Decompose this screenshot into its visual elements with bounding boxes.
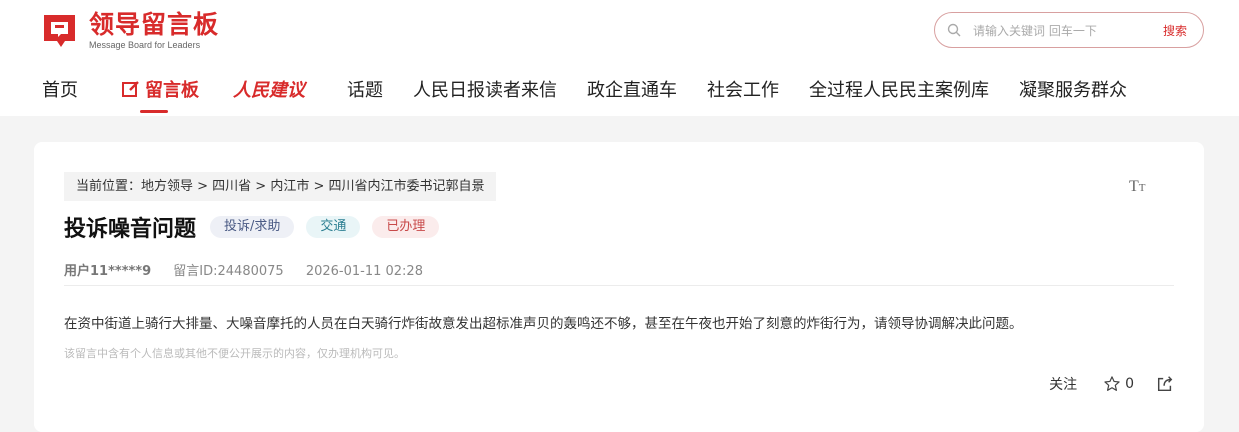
nav-item-message-board[interactable]: 留言板: [121, 76, 199, 102]
privacy-note: 该留言中含有个人信息或其他不便公开展示的内容，仅办理机构可见。: [64, 347, 405, 360]
search-button[interactable]: 搜索: [1163, 22, 1187, 39]
page-title: 投诉噪音问题: [64, 217, 197, 242]
font-size-icon[interactable]: TT: [1129, 178, 1146, 196]
domain-tag: 交通: [306, 216, 361, 238]
message-board-logo-icon: [44, 15, 75, 47]
site-header: 领导留言板 Message Board for Leaders 搜索 首页 留言…: [0, 0, 1239, 116]
like-button[interactable]: 0: [1103, 375, 1134, 393]
nav-item-social-work[interactable]: 社会工作: [707, 76, 779, 102]
search-icon: [947, 23, 961, 37]
post-datetime: 2026-01-11 02:28: [305, 264, 423, 279]
post-meta: 用户11*****9 留言ID:24480075 2026-01-11 02:2…: [64, 260, 441, 279]
post-author: 用户11*****9: [64, 264, 152, 279]
brand-name-en: Message Board for Leaders: [89, 40, 201, 50]
site-logo[interactable]: 领导留言板 Message Board for Leaders: [41, 10, 219, 52]
category-tag: 投诉/求助: [210, 216, 295, 238]
share-icon[interactable]: [1156, 375, 1174, 393]
title-row: 投诉噪音问题 投诉/求助 交通 已办理: [64, 212, 440, 242]
status-badge: 已办理: [372, 216, 440, 238]
star-icon: [1104, 376, 1120, 391]
follow-button[interactable]: 关注: [1049, 374, 1077, 394]
like-count: 0: [1125, 376, 1134, 392]
brand-name-cn: 领导留言板: [89, 10, 220, 39]
breadcrumb: 当前位置：地方领导 > 四川省 > 内江市 > 四川省内江市委书记郭自景: [64, 172, 497, 201]
edit-icon: [122, 81, 139, 97]
message-id: 留言ID:24480075: [173, 264, 284, 279]
nav-item-enterprise-express[interactable]: 政企直通车: [587, 76, 677, 102]
message-card: 当前位置：地方领导 > 四川省 > 内江市 > 四川省内江市委书记郭自景 TT …: [34, 142, 1204, 432]
divider: [64, 285, 1174, 286]
nav-item-people-suggestions[interactable]: 人民建议: [233, 76, 305, 102]
nav-item-serve-masses[interactable]: 凝聚服务群众: [1019, 76, 1127, 102]
active-nav-indicator: [140, 110, 168, 113]
nav-item-home[interactable]: 首页: [42, 76, 78, 102]
nav-item-topics[interactable]: 话题: [347, 76, 383, 102]
nav-item-label: 留言板: [145, 80, 199, 101]
message-content: 在资中街道上骑行大排量、大噪音摩托的人员在白天骑行炸街故意发出超标准声贝的轰鸣还…: [64, 316, 1023, 332]
main-nav: 首页 留言板 人民建议 话题 人民日报读者来信 政企直通车 社会工作 全过程人民…: [0, 70, 1239, 114]
action-bar: 关注 0: [1049, 374, 1174, 394]
search-input[interactable]: [973, 21, 1143, 41]
nav-item-democracy-cases[interactable]: 全过程人民民主案例库: [809, 76, 989, 102]
search-box: 搜索: [934, 12, 1204, 48]
nav-item-readers-letters[interactable]: 人民日报读者来信: [413, 76, 557, 102]
